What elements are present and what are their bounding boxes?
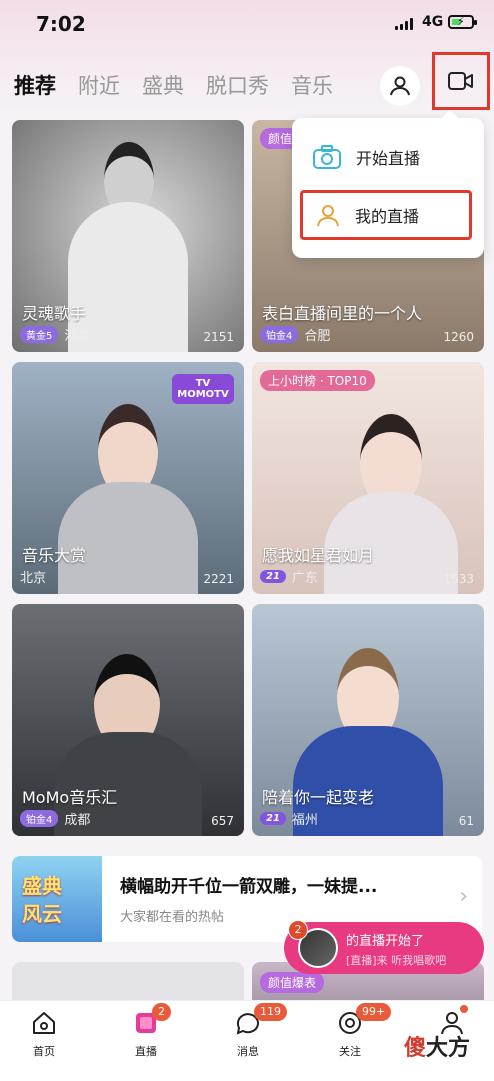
viewer-count: 2151 (203, 330, 234, 344)
watermark-char-2: 大方 (426, 1036, 471, 1061)
viewer-count: 61 (458, 814, 474, 828)
nav-messages-badge: 119 (254, 1003, 287, 1021)
live-started-toast[interactable]: 2 的直播开始了 [直播]来 听我唱歌吧 (284, 920, 484, 974)
live-card[interactable]: TV MOMOTV 音乐大赏 北京 2221 (12, 362, 244, 594)
tab-music[interactable]: 音乐 (291, 70, 333, 104)
card-meta: 21 福州 (260, 809, 318, 828)
level-badge: 铂金4 (260, 326, 299, 343)
nav-live-badge: 2 (152, 1003, 171, 1021)
card-title: 陪着你一起变老 (262, 788, 375, 807)
toast-count-badge: 2 (288, 920, 308, 940)
tab-recommend[interactable]: 推荐 (14, 70, 56, 104)
my-live-menu-item[interactable]: 我的直播 (300, 190, 472, 240)
tab-gala[interactable]: 盛典 (142, 70, 184, 104)
live-card-partial[interactable] (12, 962, 244, 1002)
live-card[interactable]: 上小时榜 · TOP10 愿我如星君如月 21 广东 1533 (252, 362, 484, 594)
tab-talkshow[interactable]: 脱口秀 (206, 70, 269, 104)
watermark: 傻大方 (404, 1030, 470, 1062)
level-badge: 21 (260, 570, 286, 583)
level-badge: 黄金5 (20, 326, 59, 343)
city-label: 合肥 (304, 329, 331, 344)
video-camera-icon (448, 72, 473, 90)
nav-live-label: 直播 (135, 1045, 157, 1058)
live-card[interactable]: 陪着你一起变老 21 福州 61 (252, 604, 484, 836)
battery-icon: ⚡ (448, 15, 477, 29)
card-title: 愿我如星君如月 (262, 546, 375, 565)
nav-following-label: 关注 (339, 1045, 361, 1058)
card-title: 表白直播间里的一个人 (262, 304, 423, 323)
home-icon (33, 1012, 55, 1034)
signal-icon (395, 18, 415, 30)
tab-nearby[interactable]: 附近 (78, 70, 120, 104)
start-live-menu-item[interactable]: 开始直播 (300, 132, 472, 182)
person-icon (317, 205, 339, 227)
card-meta: 北京 (20, 567, 46, 586)
watermark-char-1: 傻 (404, 1036, 427, 1061)
banner-subtitle: 大家都在看的热帖 (120, 910, 225, 925)
live-card[interactable]: 灵魂歌手 黄金5 河北 2151 (12, 120, 244, 352)
nav-following-badge: 99+ (356, 1003, 392, 1021)
thumb-text-1: 盛典 (22, 874, 62, 898)
notification-dot (460, 1005, 468, 1013)
viewer-count: 1533 (443, 572, 474, 586)
card-title: 音乐大赏 (22, 546, 87, 565)
nav-following[interactable]: 99+ 关注 (310, 1003, 392, 1059)
card-meta: 21 广东 (260, 567, 318, 586)
start-live-label: 开始直播 (356, 149, 421, 168)
status-time: 7:02 (36, 12, 86, 36)
viewer-count: 1260 (443, 330, 474, 344)
toast-subtitle: [直播]来 听我唱歌吧 (346, 954, 447, 967)
nav-messages[interactable]: 119 消息 (208, 1003, 288, 1059)
banner-headline: 横幅助开千位一箭双雕，一妹提... (120, 877, 378, 897)
city-label: 北京 (20, 571, 47, 586)
city-label: 广东 (291, 571, 318, 586)
level-badge: 21 (260, 812, 286, 825)
card-title: MoMo音乐汇 (22, 788, 118, 807)
category-tabs: 推荐 附近 盛典 脱口秀 音乐 (14, 70, 333, 104)
nav-live[interactable]: 2 直播 (106, 1003, 186, 1059)
city-label: 成都 (64, 813, 91, 828)
city-label: 河北 (64, 329, 91, 344)
thumb-text-2: 风云 (22, 902, 62, 926)
viewer-count: 657 (211, 814, 234, 828)
level-badge: 铂金4 (20, 810, 59, 827)
nav-home[interactable]: 首页 (4, 1009, 84, 1059)
status-bar: 7:02 4G ⚡ (0, 0, 494, 50)
toast-title: 的直播开始了 (346, 934, 425, 949)
card-meta: 黄金5 河北 (20, 325, 90, 344)
card-meta: 铂金4 成都 (20, 809, 90, 828)
my-live-label: 我的直播 (355, 207, 420, 226)
city-label: 福州 (291, 813, 318, 828)
card-meta: 铂金4 合肥 (260, 325, 330, 344)
camera-icon (313, 145, 341, 169)
chevron-right-icon: › (459, 884, 468, 909)
profile-button[interactable] (380, 66, 420, 106)
live-menu-popup: 开始直播 我的直播 (292, 110, 484, 258)
card-title: 灵魂歌手 (22, 304, 87, 323)
nav-home-label: 首页 (33, 1045, 55, 1058)
banner-thumbnail: 盛典 风云 (12, 856, 102, 942)
live-card[interactable]: MoMo音乐汇 铂金4 成都 657 (12, 604, 244, 836)
nav-messages-label: 消息 (237, 1045, 259, 1058)
rank-tag: 上小时榜 · TOP10 (260, 370, 375, 391)
network-label: 4G (422, 14, 444, 30)
viewer-count: 2221 (203, 572, 234, 586)
category-tag: 颜值爆表 (260, 972, 325, 993)
person-icon (390, 76, 410, 96)
go-live-button[interactable] (432, 52, 490, 110)
